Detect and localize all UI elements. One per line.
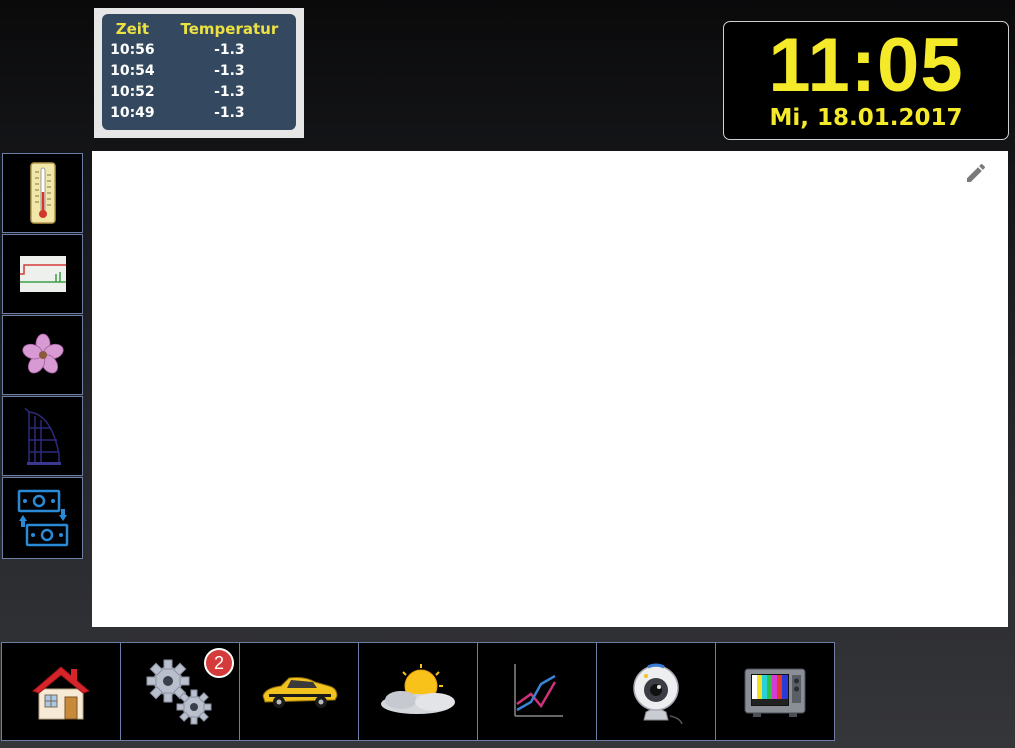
bottom-item-settings[interactable]: 2: [120, 642, 240, 741]
table-row: 10:52 -1.3: [102, 82, 296, 103]
table-header-row: Zeit Temperatur: [102, 20, 296, 40]
temperature-widget: Zeit Temperatur 10:56 -1.3 10:54 -1.3 10…: [94, 8, 304, 138]
thermometer-icon: [29, 162, 56, 224]
row-time: 10:49: [110, 105, 155, 121]
clock-time: 11:05: [768, 23, 964, 108]
table-row: 10:54 -1.3: [102, 61, 296, 82]
row-temperature: -1.3: [214, 105, 245, 121]
temperature-table: Zeit Temperatur 10:56 -1.3 10:54 -1.3 10…: [102, 20, 296, 124]
column-header-time: Zeit: [115, 20, 150, 38]
row-time: 10:52: [110, 84, 155, 100]
bottom-item-car[interactable]: [239, 642, 359, 741]
temperature-panel: Zeit Temperatur 10:56 -1.3 10:54 -1.3 10…: [102, 14, 296, 130]
flower-icon: [21, 333, 64, 374]
pencil-edit-icon[interactable]: [964, 161, 988, 185]
notification-badge: 2: [204, 648, 234, 678]
bottom-item-tv[interactable]: [715, 642, 835, 741]
sidebar-item-graph[interactable]: [2, 234, 83, 314]
row-temperature: -1.3: [214, 84, 245, 100]
bottom-item-home[interactable]: [1, 642, 121, 741]
sidebar-item-homematic[interactable]: [2, 396, 83, 476]
bottom-item-chart[interactable]: [477, 642, 597, 741]
row-temperature: -1.3: [214, 42, 245, 58]
column-header-temperature: Temperatur: [180, 20, 279, 38]
money-exchange-icon: [17, 489, 68, 547]
weather-icon: [381, 663, 455, 714]
table-row: 10:49 -1.3: [102, 103, 296, 124]
bottom-item-weather[interactable]: [358, 642, 478, 741]
tv-icon: [744, 668, 806, 717]
clock-date: Mi, 18.01.2017: [769, 105, 963, 131]
row-time: 10:54: [110, 63, 155, 79]
main-content-panel: [92, 151, 1008, 627]
bottom-item-webcam[interactable]: [596, 642, 716, 741]
home-icon: [32, 665, 90, 719]
graph-panel-icon: [19, 256, 66, 292]
clock-widget: 11:05 Mi, 18.01.2017: [723, 21, 1009, 140]
sidebar-item-thermometer[interactable]: [2, 153, 83, 233]
webcam-icon: [633, 663, 683, 724]
sidebar-item-flower[interactable]: [2, 315, 83, 395]
sidebar-item-money[interactable]: [2, 477, 83, 559]
homematic-tower-icon: [23, 407, 61, 465]
chart-icon: [514, 663, 563, 717]
car-icon: [262, 676, 338, 708]
row-temperature: -1.3: [214, 63, 245, 79]
row-time: 10:56: [110, 42, 155, 58]
table-row: 10:56 -1.3: [102, 40, 296, 61]
